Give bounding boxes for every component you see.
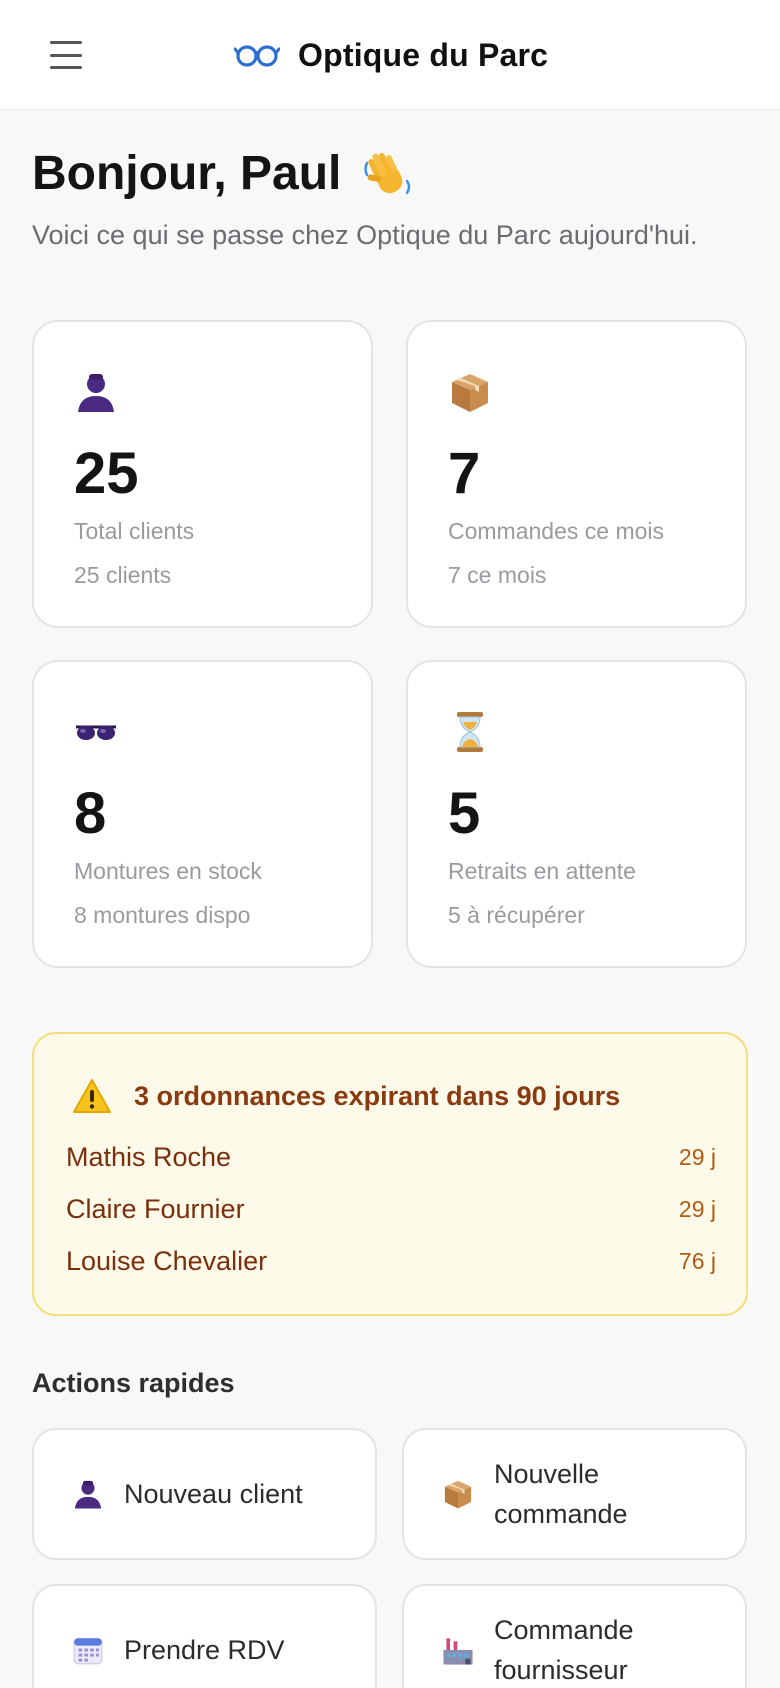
- stat-subtext: 5 à récupérer: [448, 902, 585, 928]
- waving-hand-icon: [364, 152, 411, 194]
- stat-label: Montures en stock: [74, 858, 262, 884]
- stat-card-frames[interactable]: 8 Montures en stock 8 montures dispo: [32, 660, 373, 968]
- stat-subtext: 25 clients: [74, 562, 172, 588]
- stat-value: 7: [448, 441, 481, 506]
- stat-label: Retraits en attente: [448, 858, 636, 884]
- stat-subtext: 7 ce mois: [448, 562, 547, 588]
- stat-label: Total clients: [74, 518, 195, 544]
- days-remaining: 76 j: [678, 1248, 716, 1274]
- brand: Optique du Parc: [234, 34, 548, 76]
- stat-value: 5: [448, 781, 481, 846]
- action-label: Prendre RDV: [124, 1635, 285, 1665]
- stat-card-clients[interactable]: 25 Total clients 25 clients: [32, 320, 373, 628]
- hamburger-icon[interactable]: [50, 41, 84, 69]
- list-item[interactable]: Louise Chevalier 76 j: [66, 1246, 716, 1277]
- glasses-icon: [234, 45, 280, 67]
- page-subtitle: Voici ce qui se passe chez Optique du Pa…: [32, 220, 698, 250]
- warning-icon: [73, 1079, 111, 1113]
- days-remaining: 29 j: [678, 1144, 716, 1170]
- action-label: Nouvelle commande: [494, 1459, 628, 1529]
- page-title: Bonjour, Paul: [32, 147, 342, 200]
- client-name: Mathis Roche: [66, 1142, 232, 1172]
- package-icon: [452, 374, 488, 412]
- sunglasses-icon: [76, 725, 116, 740]
- action-label: Nouveau client: [124, 1479, 303, 1509]
- list-item[interactable]: Mathis Roche 29 j: [66, 1142, 716, 1173]
- stat-subtext: 8 montures dispo: [74, 902, 251, 928]
- stat-value: 8: [74, 781, 107, 846]
- new-order-button[interactable]: Nouvelle commande: [402, 1428, 747, 1560]
- section-title-quick-actions: Actions rapides: [32, 1368, 235, 1398]
- factory-icon: [443, 1638, 473, 1665]
- stat-label: Commandes ce mois: [448, 518, 665, 544]
- greeting: Bonjour, Paul: [32, 146, 415, 201]
- alert-title: 3 ordonnances expirant dans 90 jours: [134, 1080, 621, 1111]
- supplier-order-button[interactable]: Commande fournisseur: [402, 1584, 747, 1688]
- stat-value: 25: [74, 441, 139, 506]
- app-title: Optique du Parc: [298, 36, 549, 73]
- book-appointment-button[interactable]: Prendre RDV: [32, 1584, 377, 1688]
- client-name: Claire Fournier: [66, 1194, 245, 1224]
- prescription-expiry-alert: 3 ordonnances expirant dans 90 jours Mat…: [32, 1032, 748, 1316]
- list-item[interactable]: Claire Fournier 29 j: [66, 1194, 716, 1225]
- app-header: Optique du Parc: [0, 0, 780, 110]
- days-remaining: 29 j: [678, 1196, 716, 1222]
- stat-card-pickups[interactable]: 5 Retraits en attente 5 à récupérer: [406, 660, 747, 968]
- person-icon: [78, 374, 114, 412]
- hourglass-icon: [457, 712, 483, 752]
- person-icon: [74, 1480, 102, 1509]
- stat-card-orders[interactable]: 7 Commandes ce mois 7 ce mois: [406, 320, 747, 628]
- package-icon: [444, 1480, 472, 1509]
- action-label: Commande fournisseur: [494, 1615, 634, 1685]
- calendar-icon: [73, 1637, 103, 1665]
- new-client-button[interactable]: Nouveau client: [32, 1428, 377, 1560]
- alert-header: 3 ordonnances expirant dans 90 jours: [72, 1078, 620, 1114]
- client-name: Louise Chevalier: [66, 1246, 268, 1276]
